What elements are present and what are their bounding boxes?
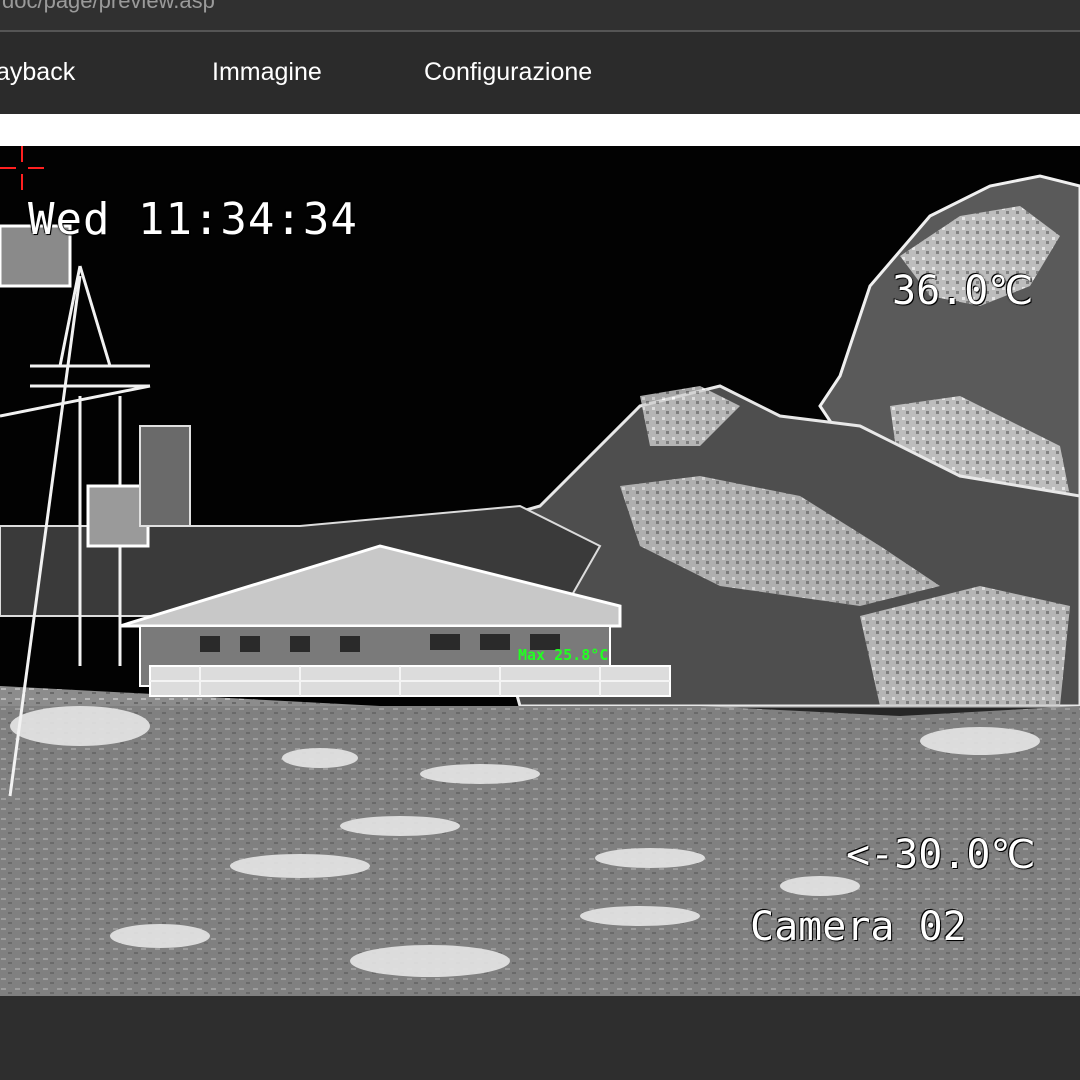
pylon-machinery [139, 425, 191, 527]
main-nav: ayback Immagine Configurazione [0, 32, 1080, 114]
osd-temp-max-scale: 36.0℃ [892, 268, 1034, 314]
bottom-control-bar [0, 996, 1080, 1080]
live-video-view[interactable]: Wed 11:34:34 36.0℃ <-30.0℃ Camera 02 Max… [0, 146, 1080, 996]
osd-camera-name: Camera 02 [750, 904, 967, 950]
address-bar[interactable]: doc/page/preview.asp [0, 0, 1080, 32]
url-text[interactable]: doc/page/preview.asp [2, 0, 215, 14]
max-temp-crosshair-icon [0, 146, 44, 190]
nav-item-playback[interactable]: ayback [0, 58, 75, 87]
nav-item-immagine[interactable]: Immagine [212, 58, 322, 87]
max-temp-label: Max 25.8°C [518, 646, 609, 664]
osd-temp-min-scale: <-30.0℃ [846, 832, 1036, 878]
toolbar-strip [0, 114, 1080, 146]
osd-datetime: Wed 11:34:34 [28, 194, 358, 245]
nav-item-configurazione[interactable]: Configurazione [424, 58, 592, 87]
